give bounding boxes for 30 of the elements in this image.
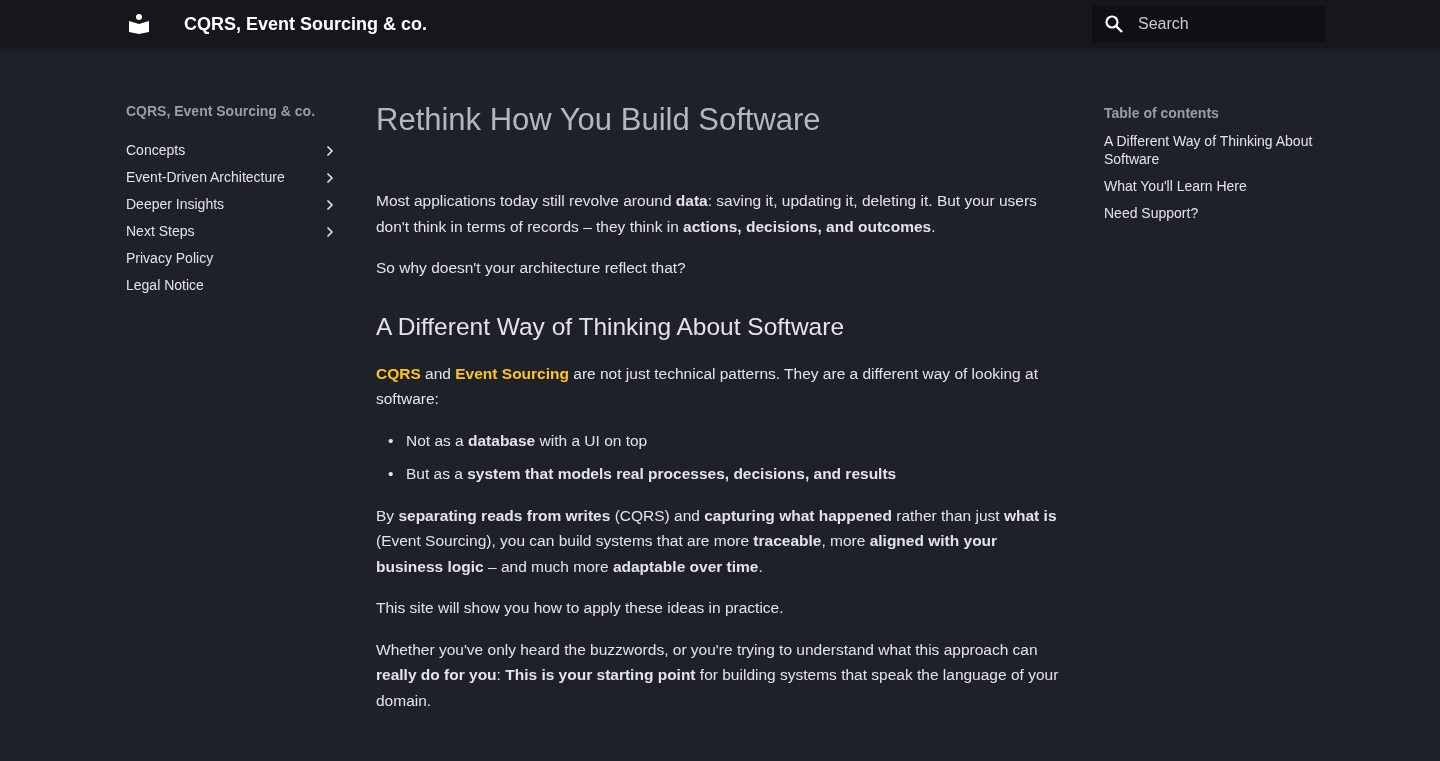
toc-title: Table of contents — [1104, 104, 1220, 123]
search-bar[interactable]: Search — [1092, 6, 1326, 42]
list-item: But as a system that models real processes, decisions, and results — [406, 464, 897, 484]
bullet: • — [388, 430, 395, 451]
sidebar-item[interactable]: Next Steps — [126, 218, 334, 245]
sidebar-item[interactable]: Legal Notice — [126, 272, 334, 299]
paragraph: CQRS and Event Sourcing are not just technical patterns. They are a different way of looking at software: — [376, 363, 1039, 409]
paragraph: Most applications today still revolve around data: saving it, updating it, deleting it. But your users don't think in terms of records – they think in actions, decisions, and outcomes. — [376, 191, 1038, 237]
sidebar-item[interactable]: Deeper Insights — [126, 191, 334, 218]
sidebar-item[interactable]: Concepts — [126, 137, 334, 164]
link[interactable]: Event Sourcing — [455, 364, 569, 382]
toc-link[interactable]: Need Support? — [1104, 204, 1326, 222]
search-field[interactable]: Search — [1136, 11, 1306, 37]
sidebar-item[interactable]: Privacy Policy — [126, 245, 334, 272]
site-title[interactable]: CQRS, Event Sourcing & co. — [184, 10, 428, 38]
paragraph: By separating reads from writes (CQRS) and capturing what happened rather than just what is (Event Sourcing), you can build systems that are more traceable, more aligned with your business logic – and much more adaptable over time. — [376, 505, 1058, 577]
paragraph: Whether you've only heard the buzzwords, or you're trying to understand what this approach can really do for you: This is your starting point for building systems that speak the language of your domain. — [376, 639, 1060, 711]
paragraph: This site will show you how to apply these ideas in practice. — [376, 598, 785, 618]
section-heading: A Different Way of Thinking About Software — [376, 311, 846, 342]
toc-link[interactable]: What You'll Learn Here — [1104, 177, 1326, 195]
paragraph: So why doesn't your architecture reflect that? — [376, 258, 687, 278]
sidebar-item[interactable]: Event-Driven Architecture — [126, 164, 334, 191]
list-item: Not as a database with a UI on top — [406, 430, 648, 451]
link[interactable]: CQRS — [376, 364, 421, 382]
page-title: Rethink How You Build Software — [376, 101, 822, 139]
sidebar-title: CQRS, Event Sourcing & co. — [126, 102, 317, 121]
toc-link[interactable]: A Different Way of Thinking About Software — [1104, 132, 1326, 168]
bullet: • — [388, 464, 395, 484]
search-icon — [1104, 14, 1124, 34]
book-reader-icon[interactable] — [128, 14, 150, 34]
